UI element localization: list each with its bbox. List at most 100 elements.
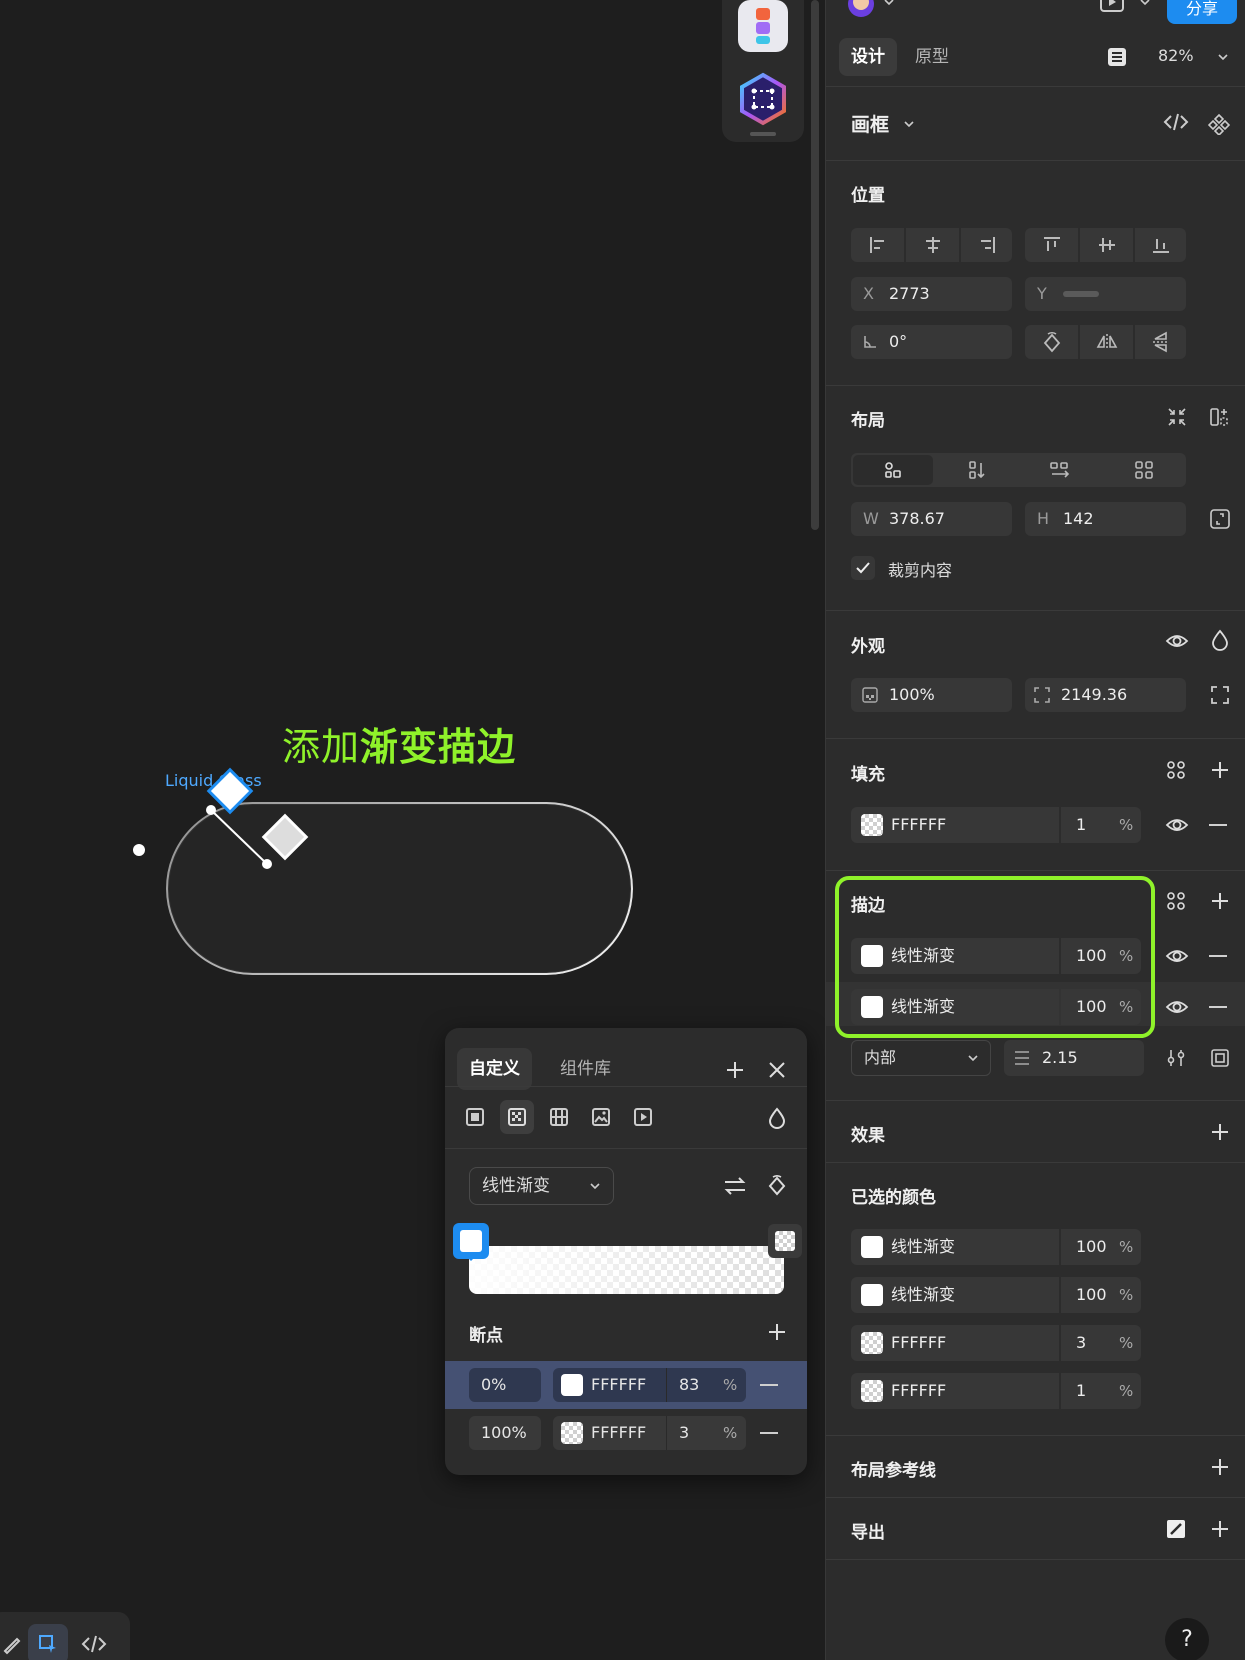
align-middle-v-icon[interactable]	[1080, 228, 1133, 262]
minus-icon[interactable]	[1209, 824, 1227, 826]
gradient-fill-icon[interactable]	[500, 1100, 534, 1134]
minus-icon[interactable]	[760, 1432, 778, 1434]
horizontal-stack-icon[interactable]	[1018, 453, 1102, 487]
stroke-paint-row[interactable]: 线性渐变 100 %	[851, 938, 1141, 974]
align-left-icon[interactable]	[851, 228, 904, 262]
plus-icon[interactable]	[1207, 888, 1233, 914]
align-top-icon[interactable]	[1025, 228, 1078, 262]
stroke-sides-icon[interactable]	[1207, 1045, 1233, 1071]
vertical-stack-icon[interactable]	[935, 453, 1018, 487]
selection-color-row[interactable]: FFFFFF 1 %	[851, 1373, 1141, 1409]
code-icon[interactable]	[1163, 111, 1189, 133]
stop-opacity[interactable]: 83	[679, 1368, 699, 1402]
color-swatch[interactable]	[561, 1374, 583, 1396]
chevron-down-icon[interactable]	[902, 115, 916, 133]
styles-grid-icon[interactable]	[1163, 757, 1189, 783]
pattern-fill-icon[interactable]	[542, 1100, 576, 1134]
plus-icon[interactable]	[1207, 1454, 1233, 1480]
color-swatch[interactable]	[861, 1284, 883, 1306]
add-layout-icon[interactable]	[1206, 404, 1232, 430]
stop-position-input[interactable]: 100%	[469, 1416, 541, 1450]
dock-handle[interactable]	[750, 132, 776, 136]
paint-name[interactable]: 线性渐变	[891, 989, 955, 1025]
opacity-value[interactable]: 100%	[889, 678, 935, 712]
paint-name[interactable]: FFFFFF	[891, 807, 946, 843]
gradient-stop-end[interactable]	[768, 1224, 802, 1258]
plugin-app-icon[interactable]	[738, 0, 788, 52]
share-button[interactable]: 分享	[1167, 0, 1237, 24]
stop-hex[interactable]: FFFFFF	[591, 1416, 646, 1450]
align-right-icon[interactable]	[961, 228, 1012, 262]
h-value[interactable]: 142	[1063, 502, 1094, 536]
paint-opacity[interactable]: 1	[1076, 1373, 1086, 1409]
tab-library[interactable]: 组件库	[548, 1048, 623, 1090]
minus-icon[interactable]	[1209, 1006, 1227, 1008]
rotate-90-icon[interactable]	[1025, 325, 1078, 359]
x-position-field[interactable]: X 2773	[851, 277, 1012, 311]
stop-color-field[interactable]: FFFFFF 3 %	[553, 1416, 746, 1450]
stroke-weight-field[interactable]: 2.15	[1004, 1040, 1144, 1076]
layer-opacity-field[interactable]: 100%	[851, 678, 1012, 712]
swap-icon[interactable]	[721, 1174, 749, 1198]
close-icon[interactable]	[765, 1058, 789, 1082]
stop-color-field[interactable]: FFFFFF 83 %	[553, 1368, 746, 1402]
color-swatch[interactable]	[861, 1236, 883, 1258]
paint-name[interactable]: FFFFFF	[891, 1325, 946, 1361]
plus-icon[interactable]	[1207, 1516, 1233, 1542]
stop-hex[interactable]: FFFFFF	[591, 1368, 646, 1402]
stop-opacity[interactable]: 3	[679, 1416, 689, 1450]
color-swatch[interactable]	[561, 1422, 583, 1444]
chevron-down-icon[interactable]	[1216, 50, 1230, 64]
clip-content-checkbox[interactable]	[851, 556, 875, 580]
eye-icon[interactable]	[1163, 629, 1191, 653]
minus-icon[interactable]	[760, 1384, 778, 1386]
plus-icon[interactable]	[723, 1058, 747, 1082]
minus-icon[interactable]	[1209, 955, 1227, 957]
avatar[interactable]	[846, 0, 876, 22]
corner-radius-field[interactable]: 2149.36	[1025, 678, 1186, 712]
stop-position-input[interactable]: 0%	[469, 1368, 541, 1402]
paint-opacity[interactable]: 100	[1076, 1277, 1107, 1313]
image-fill-icon[interactable]	[584, 1100, 618, 1134]
tab-custom[interactable]: 自定义	[457, 1048, 532, 1090]
freeform-layout-icon[interactable]	[853, 455, 933, 485]
width-field[interactable]: W 378.67	[851, 502, 1012, 536]
align-center-h-icon[interactable]	[906, 228, 959, 262]
resize-to-fit-icon[interactable]	[1207, 506, 1233, 532]
selection-color-row[interactable]: FFFFFF 3 %	[851, 1325, 1141, 1361]
color-swatch[interactable]	[861, 1332, 883, 1354]
component-icon[interactable]	[1206, 111, 1232, 137]
paint-opacity[interactable]: 100	[1076, 989, 1107, 1025]
tab-prototype[interactable]: 原型	[903, 38, 961, 76]
gradient-preview-bar[interactable]	[469, 1246, 784, 1294]
color-swatch[interactable]	[861, 996, 883, 1018]
design-canvas[interactable]: 添加渐变描边 Liquid Glass 自定义 组件库 线性渐变 断点 0% F…	[0, 0, 825, 1660]
video-fill-icon[interactable]	[626, 1100, 660, 1134]
chevron-down-icon[interactable]	[882, 0, 896, 12]
stroke-paint-row[interactable]: 线性渐变 100 %	[851, 989, 1141, 1025]
paint-opacity[interactable]: 3	[1076, 1325, 1086, 1361]
paint-name[interactable]: 线性渐变	[891, 1277, 955, 1313]
eye-icon[interactable]	[1163, 995, 1191, 1019]
zoom-level[interactable]: 82%	[1158, 46, 1194, 65]
export-preview-icon[interactable]	[1163, 1516, 1189, 1542]
gradient-type-select[interactable]: 线性渐变	[469, 1167, 614, 1205]
drop-icon[interactable]	[1208, 627, 1232, 653]
paint-opacity[interactable]: 100	[1076, 938, 1107, 974]
color-swatch[interactable]	[861, 1380, 883, 1402]
tab-design[interactable]: 设计	[839, 38, 897, 76]
present-icon[interactable]	[1098, 0, 1126, 16]
height-field[interactable]: H 142	[1025, 502, 1186, 536]
stroke-weight-value[interactable]: 2.15	[1042, 1040, 1078, 1076]
selection-color-row[interactable]: 线性渐变 100 %	[851, 1229, 1141, 1265]
code-icon[interactable]	[74, 1624, 114, 1660]
help-button[interactable]: ?	[1165, 1618, 1209, 1660]
plus-icon[interactable]	[1207, 1119, 1233, 1145]
color-swatch[interactable]	[861, 945, 883, 967]
gradient-stop-start[interactable]	[453, 1223, 489, 1261]
paint-opacity[interactable]: 100	[1076, 1229, 1107, 1265]
color-swatch[interactable]	[861, 814, 883, 836]
eye-icon[interactable]	[1163, 944, 1191, 968]
x-value[interactable]: 2773	[889, 277, 930, 311]
selection-color-row[interactable]: 线性渐变 100 %	[851, 1277, 1141, 1313]
